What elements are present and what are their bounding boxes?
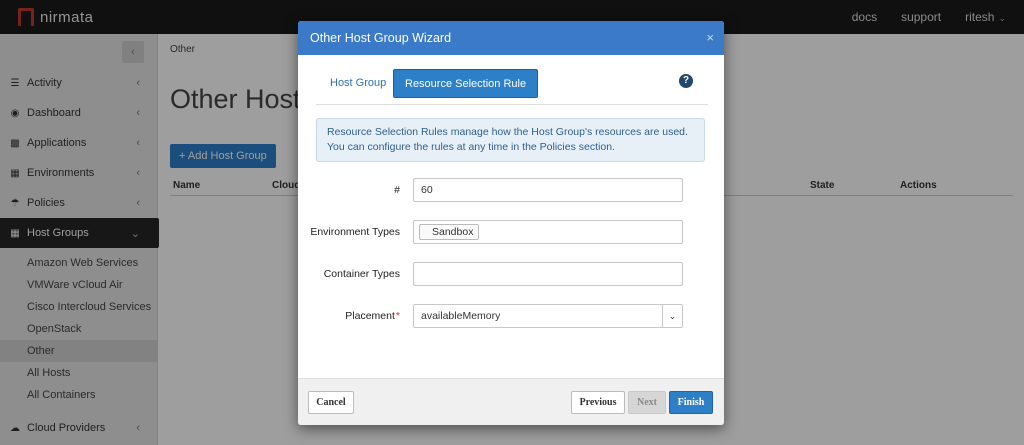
tab-host-group[interactable]: Host Group	[319, 69, 397, 98]
cancel-button[interactable]: Cancel	[308, 391, 354, 414]
environment-types-input[interactable]: Sandbox	[413, 220, 683, 244]
info-alert: Resource Selection Rules manage how the …	[316, 118, 705, 162]
placement-value: availableMemory	[421, 310, 501, 322]
close-icon[interactable]: ×	[706, 30, 714, 45]
help-icon[interactable]: ?	[679, 74, 693, 88]
number-input[interactable]: 60	[413, 178, 683, 202]
environment-types-label: Environment Types	[310, 226, 400, 238]
finish-button[interactable]: Finish	[669, 391, 713, 414]
chevron-down-icon[interactable]: ⌄	[662, 305, 682, 327]
modal-footer: Cancel Previous Next Finish	[298, 378, 724, 425]
wizard-modal: Other Host Group Wizard × Host Group Res…	[298, 21, 724, 425]
wizard-tabs: Host Group Resource Selection Rule	[316, 69, 708, 105]
previous-button[interactable]: Previous	[571, 391, 625, 414]
environment-type-chip[interactable]: Sandbox	[419, 224, 480, 240]
required-marker: *	[395, 310, 400, 322]
tab-resource-selection-rule[interactable]: Resource Selection Rule	[393, 69, 539, 98]
modal-title: Other Host Group Wizard	[310, 31, 452, 45]
next-button[interactable]: Next	[628, 391, 666, 414]
number-label: #	[394, 184, 400, 196]
placement-label-text: Placement	[345, 310, 395, 322]
container-types-input[interactable]	[413, 262, 683, 286]
placement-select[interactable]: availableMemory ⌄	[413, 304, 683, 328]
modal-header: Other Host Group Wizard ×	[298, 21, 724, 55]
container-types-label: Container Types	[323, 268, 400, 280]
placement-label: Placement*	[298, 310, 400, 322]
